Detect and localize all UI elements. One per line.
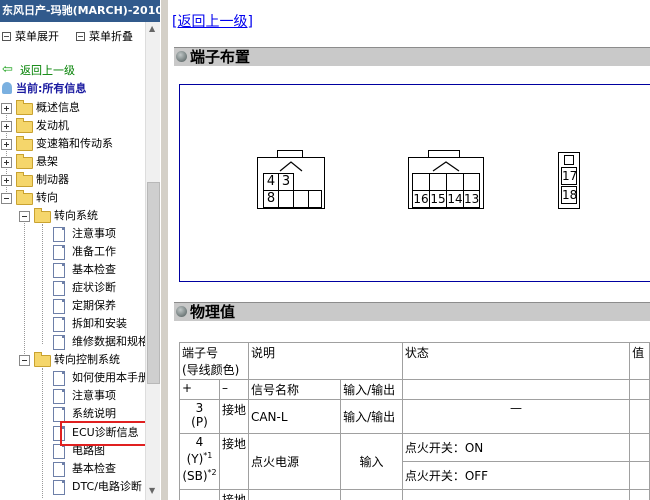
- menu-collapse-label: 菜单折叠: [89, 30, 133, 43]
- arrow-left-icon: ⇦: [2, 62, 13, 77]
- document-icon: [53, 263, 65, 278]
- terminal-diagram: 4 3 8 16 15 14 13 17 18: [179, 84, 650, 282]
- menu-collapse-button[interactable]: 菜单折叠: [76, 28, 133, 44]
- document-icon: [53, 407, 65, 422]
- selection-highlight: [60, 421, 148, 446]
- tree-scrollbar[interactable]: ▲ ▼: [145, 22, 160, 500]
- folder-open-icon: [34, 208, 51, 223]
- pin-4: 4: [263, 173, 279, 191]
- section-header-terminal: 端子布置: [174, 47, 650, 66]
- scroll-thumb[interactable]: [147, 182, 160, 384]
- collapse-icon: [76, 31, 85, 41]
- scroll-down-icon[interactable]: ▼: [149, 486, 155, 495]
- scroll-up-icon[interactable]: ▲: [149, 24, 155, 33]
- header-terminal: 端子号 (导线颜色): [179, 342, 249, 380]
- pin-3: 3: [278, 173, 294, 191]
- bullet-icon: [176, 51, 187, 62]
- header-desc: 说明: [247, 342, 403, 380]
- folder-open-icon: [16, 190, 33, 205]
- document-icon: [53, 444, 65, 459]
- document-icon: [53, 462, 65, 477]
- expand-icon: [2, 31, 11, 41]
- pin-15: 15: [429, 190, 447, 208]
- window-title: 东风日产-玛驰(MARCH)-2010-: [0, 0, 160, 22]
- folder-icon: [16, 154, 33, 169]
- document-icon: [53, 227, 65, 242]
- table-row: 3 (P) 接地 CAN-L 输入/输出 —: [179, 399, 650, 434]
- document-icon: [53, 389, 65, 404]
- header-value: 值: [629, 342, 650, 380]
- pin-17: 17: [561, 167, 578, 185]
- pin-14: 14: [446, 190, 464, 208]
- folder-icon: [16, 100, 33, 115]
- folder-icon: [16, 136, 33, 151]
- document-icon: [53, 281, 65, 296]
- pin-18: 18: [561, 186, 578, 204]
- content-pane: [返回上一级] 端子布置 4 3 8 16 15 14 13 17 18 物理值…: [168, 0, 650, 500]
- key-icon: [279, 161, 303, 172]
- document-icon: [53, 245, 65, 260]
- section-title-terminal: 端子布置: [190, 48, 251, 66]
- back-link[interactable]: [返回上一级]: [172, 11, 253, 31]
- pin-13: 13: [463, 190, 480, 208]
- document-icon: [53, 480, 65, 495]
- document-icon: [53, 371, 65, 386]
- table-row: 4 (Y)*1 (SB)*2 接地 点火电源 输入 点火开关：ON: [179, 433, 650, 490]
- header-io: 输入/输出: [340, 379, 403, 400]
- folder-open-icon: [34, 352, 51, 367]
- section-header-physical: 物理值: [174, 302, 650, 321]
- folder-icon: [16, 172, 33, 187]
- physical-values-table: 端子号 (导线颜色) 说明 状态 值 + – 信号名称 输入/输出 3 (P) 接地…: [179, 342, 650, 500]
- menu-expand-button[interactable]: 菜单展开: [2, 28, 59, 44]
- header-minus: –: [218, 379, 249, 400]
- header-state: 状态: [401, 342, 631, 380]
- pin-16: 16: [412, 190, 430, 208]
- menu-bar: 菜单展开 菜单折叠: [0, 28, 145, 44]
- document-icon: [53, 335, 65, 350]
- tree-current-label: 当前:所有信息: [16, 82, 87, 95]
- user-icon: [2, 82, 12, 94]
- bullet-icon: [176, 306, 187, 317]
- navigation-pane: 东风日产-玛驰(MARCH)-2010- 菜单展开 菜单折叠 ⇦ 返回上一级 当…: [0, 0, 160, 500]
- key-icon: [432, 161, 460, 172]
- header-plus: +: [179, 379, 220, 400]
- folder-icon: [16, 118, 33, 133]
- document-icon: [53, 317, 65, 332]
- pin-8: 8: [263, 190, 279, 208]
- table-row: 接地: [179, 489, 650, 500]
- section-title-physical: 物理值: [190, 303, 236, 321]
- tree-back-label: 返回上一级: [20, 64, 75, 77]
- header-signal: 信号名称: [247, 379, 342, 400]
- document-icon: [53, 299, 65, 314]
- menu-expand-label: 菜单展开: [15, 30, 59, 43]
